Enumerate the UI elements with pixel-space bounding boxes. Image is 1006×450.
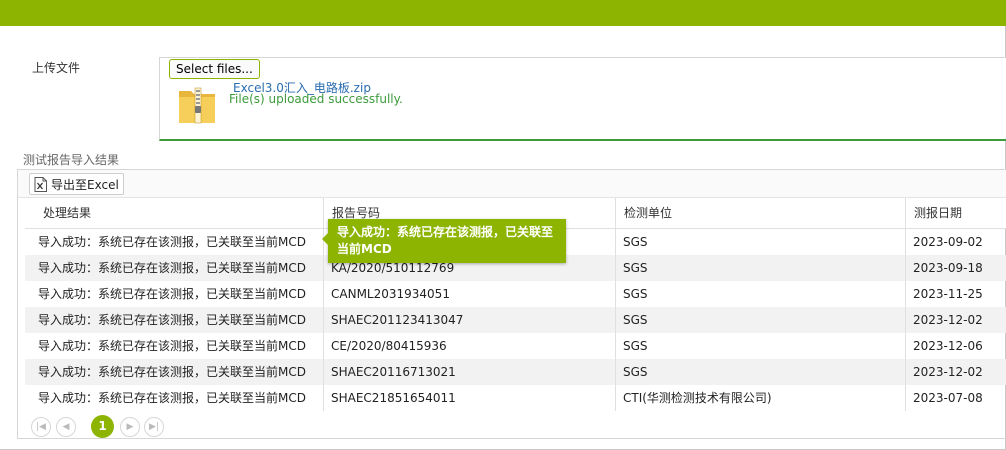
cell-report-no: CANML2031934051 bbox=[323, 281, 615, 307]
cell-date: 2023-12-06 bbox=[905, 333, 1006, 359]
cell-report-no: SHAEC20116713021 bbox=[323, 359, 615, 385]
first-page-icon[interactable]: |◀ bbox=[31, 417, 51, 437]
results-title: 测试报告导入结果 bbox=[23, 153, 120, 167]
column-header-date[interactable]: 测报日期 bbox=[905, 198, 1006, 229]
next-page-icon[interactable]: ▶ bbox=[120, 417, 140, 437]
table-row[interactable]: 导入成功：系统已存在该测报，已关联至当前MCD SHAEC20112341304… bbox=[25, 307, 1006, 333]
cell-result: 导入成功：系统已存在该测报，已关联至当前MCD bbox=[38, 391, 306, 405]
cell-result: 导入成功：系统已存在该测报，已关联至当前MCD bbox=[38, 313, 306, 327]
select-files-button[interactable]: Select files... bbox=[169, 59, 260, 79]
column-header-lab[interactable]: 检测单位 bbox=[615, 198, 905, 229]
cell-date: 2023-11-25 bbox=[905, 281, 1006, 307]
cell-lab: SGS bbox=[615, 255, 905, 281]
cell-result: 导入成功：系统已存在该测报，已关联至当前MCD bbox=[38, 261, 306, 275]
upload-panel: Select files... Excel3.0汇入_电路板.zip File(… bbox=[159, 57, 1006, 141]
column-header-result[interactable]: 处理结果 bbox=[25, 198, 323, 229]
tooltip-arrow bbox=[322, 233, 328, 245]
cell-date: 2023-12-02 bbox=[905, 359, 1006, 385]
cell-lab: SGS bbox=[615, 359, 905, 385]
cell-lab: SGS bbox=[615, 229, 905, 255]
cell-result: 导入成功：系统已存在该测报，已关联至当前MCD bbox=[38, 235, 306, 249]
export-excel-button[interactable]: 导出至Excel bbox=[29, 173, 124, 195]
results-grid: 导出至Excel 处理结果 报告号码 检测单位 测报日期 导入成功：系统已存在该… bbox=[17, 169, 1006, 439]
last-page-icon[interactable]: ▶| bbox=[144, 417, 164, 437]
table-row[interactable]: 导入成功：系统已存在该测报，已关联至当前MCD CE/2020/80415936… bbox=[25, 333, 1006, 359]
page-number-current[interactable]: 1 bbox=[91, 415, 114, 438]
cell-date: 2023-07-08 bbox=[905, 385, 1006, 411]
grid-toolbar: 导出至Excel bbox=[18, 170, 1006, 198]
excel-icon bbox=[34, 176, 47, 192]
cell-report-no: SHAEC21851654011 bbox=[323, 385, 615, 411]
cell-lab: CTI(华测检测技术有限公司) bbox=[615, 385, 905, 411]
table-row[interactable]: 导入成功：系统已存在该测报，已关联至当前MCD SHAEC21851654011… bbox=[25, 385, 1006, 411]
export-excel-label: 导出至Excel bbox=[51, 177, 119, 192]
table-row[interactable]: 导入成功：系统已存在该测报，已关联至当前MCD SHAEC20116713021… bbox=[25, 359, 1006, 385]
upload-label: 上传文件 bbox=[32, 61, 81, 75]
table-row[interactable]: 导入成功：系统已存在该测报，已关联至当前MCD CANML2031934051 … bbox=[25, 281, 1006, 307]
cell-date: 2023-09-18 bbox=[905, 255, 1006, 281]
cell-lab: SGS bbox=[615, 333, 905, 359]
cell-report-no: CE/2020/80415936 bbox=[323, 333, 615, 359]
cell-result: 导入成功：系统已存在该测报，已关联至当前MCD bbox=[38, 339, 306, 353]
pager: |◀ ◀ 1 ▶ ▶| bbox=[18, 413, 1006, 439]
zip-folder-icon bbox=[177, 83, 217, 125]
top-bar bbox=[0, 0, 1006, 26]
cell-result: 导入成功：系统已存在该测报，已关联至当前MCD bbox=[38, 287, 306, 301]
cell-tooltip: 导入成功：系统已存在该测报，已关联至当前MCD bbox=[322, 219, 566, 263]
cell-lab: SGS bbox=[615, 281, 905, 307]
cell-report-no: SHAEC201123413047 bbox=[323, 307, 615, 333]
page: 上传文件 Select files... Excel3.0汇入_电路板.zip … bbox=[0, 0, 1006, 450]
cell-date: 2023-12-02 bbox=[905, 307, 1006, 333]
cell-date: 2023-09-02 bbox=[905, 229, 1006, 255]
cell-lab: SGS bbox=[615, 307, 905, 333]
tooltip-text: 导入成功：系统已存在该测报，已关联至当前MCD bbox=[337, 225, 554, 256]
upload-status: File(s) uploaded successfully. bbox=[229, 92, 403, 106]
cell-result: 导入成功：系统已存在该测报，已关联至当前MCD bbox=[38, 365, 306, 379]
prev-page-icon[interactable]: ◀ bbox=[56, 417, 76, 437]
